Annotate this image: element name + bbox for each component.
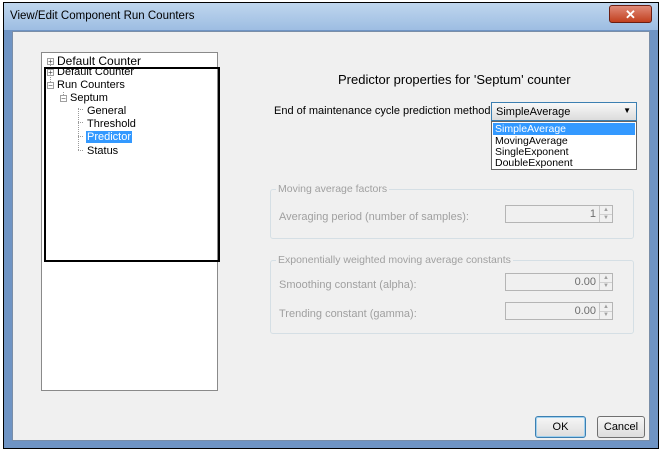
averaging-period-value: 1	[589, 208, 596, 220]
dialog-client-area: + Default Counter + Default Counter − Ru…	[12, 31, 650, 441]
ewma-group-title: Exponentially weighted moving average co…	[276, 254, 513, 266]
alpha-stepper[interactable]: 0.00 ▲ ▼	[505, 273, 613, 291]
tree-connector	[78, 122, 83, 123]
stepper-buttons: ▲ ▼	[599, 206, 612, 222]
tree-item-default-counter[interactable]: Default Counter	[57, 66, 134, 78]
spin-down-icon[interactable]: ▼	[600, 311, 612, 319]
collapse-icon[interactable]: −	[60, 95, 67, 103]
option-simple-average[interactable]: SimpleAverage	[493, 123, 635, 135]
alpha-label: Smoothing constant (alpha):	[279, 279, 417, 291]
ewma-group	[270, 260, 634, 334]
ok-button[interactable]: OK	[535, 416, 586, 438]
gamma-value: 0.00	[574, 305, 596, 317]
tree-item-predictor[interactable]: Predictor	[86, 131, 133, 143]
tree-item-run-counters[interactable]: Run Counters	[57, 79, 125, 91]
tree-connector	[78, 109, 83, 110]
tree-connector	[78, 150, 83, 151]
chevron-down-icon[interactable]: ▼	[623, 106, 631, 115]
cancel-button[interactable]: Cancel	[597, 416, 645, 438]
close-button[interactable]: ✕	[609, 5, 652, 23]
option-double-exponent[interactable]: DoubleExponent	[493, 157, 635, 169]
expand-icon[interactable]: +	[47, 58, 54, 66]
tree-item-general[interactable]: General	[87, 105, 126, 117]
spin-down-icon[interactable]: ▼	[600, 214, 612, 222]
panel-heading: Predictor properties for 'Septum' counte…	[338, 72, 571, 87]
tree-connector	[78, 136, 83, 137]
dialog-window: View/Edit Component Run Counters ✕ + Def…	[3, 2, 659, 449]
collapse-icon[interactable]: −	[47, 82, 54, 90]
title-bar[interactable]: View/Edit Component Run Counters ✕	[4, 3, 658, 30]
gamma-label: Trending constant (gamma):	[279, 308, 417, 320]
tree-connector	[78, 108, 79, 150]
alpha-value: 0.00	[574, 276, 596, 288]
moving-average-group-title: Moving average factors	[276, 183, 390, 195]
tree-item-septum[interactable]: Septum	[70, 92, 108, 104]
stepper-buttons: ▲ ▼	[599, 303, 612, 319]
counter-tree[interactable]: + Default Counter + Default Counter − Ru…	[41, 52, 218, 391]
averaging-period-stepper[interactable]: 1 ▲ ▼	[505, 205, 613, 223]
stepper-buttons: ▲ ▼	[599, 274, 612, 290]
prediction-method-select[interactable]: SimpleAverage ▼	[491, 102, 637, 121]
averaging-period-label: Averaging period (number of samples):	[279, 211, 469, 223]
prediction-method-dropdown[interactable]: SimpleAverage MovingAverage SingleExpone…	[491, 121, 637, 170]
prediction-method-value: SimpleAverage	[496, 106, 571, 118]
method-label: End of maintenance cycle prediction meth…	[274, 105, 494, 117]
spin-down-icon[interactable]: ▼	[600, 282, 612, 290]
window-title: View/Edit Component Run Counters	[10, 10, 195, 22]
expand-icon[interactable]: +	[47, 69, 54, 77]
tree-item-status[interactable]: Status	[87, 145, 118, 157]
gamma-stepper[interactable]: 0.00 ▲ ▼	[505, 302, 613, 320]
tree-item-threshold[interactable]: Threshold	[87, 118, 136, 130]
